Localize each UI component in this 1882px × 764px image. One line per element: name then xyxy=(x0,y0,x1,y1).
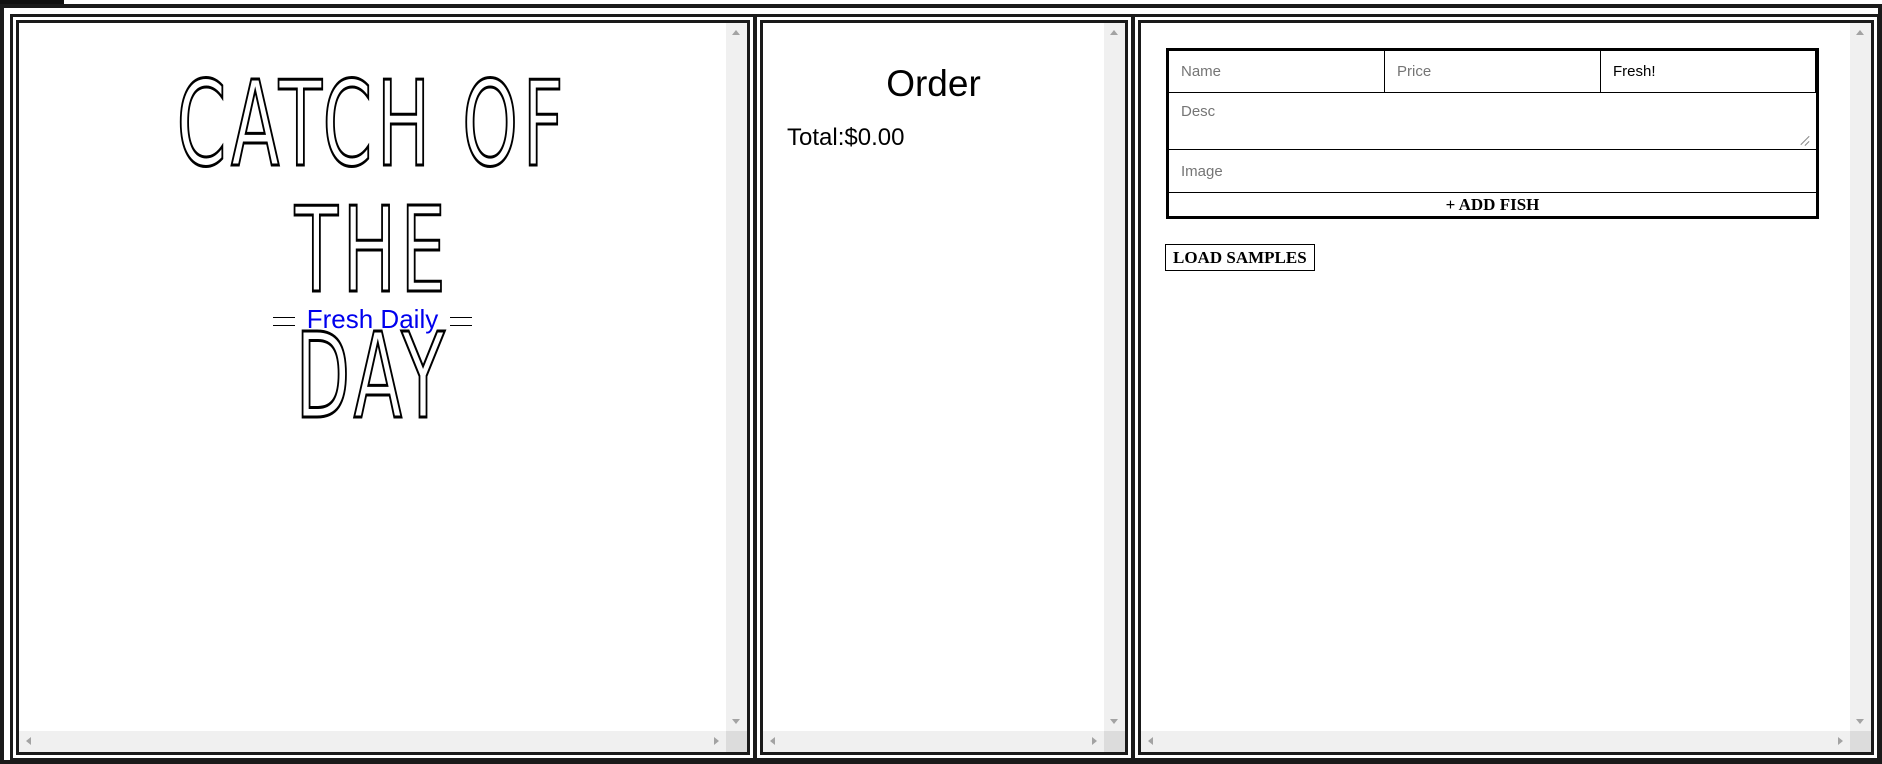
scroll-up-arrow-icon[interactable] xyxy=(1110,30,1118,35)
tagline: Fresh Daily xyxy=(19,301,726,337)
tagline-right-dash xyxy=(450,316,473,326)
scroll-right-arrow-icon[interactable] xyxy=(714,737,719,745)
order-title: Order xyxy=(886,63,981,104)
scroll-left-arrow-icon[interactable] xyxy=(770,737,775,745)
scroll-left-arrow-icon[interactable] xyxy=(1148,737,1153,745)
fish-status-select[interactable]: Fresh! xyxy=(1601,51,1816,93)
store-title-line-1: CATCH OF THE xyxy=(176,55,569,319)
scroll-down-arrow-icon[interactable] xyxy=(1110,719,1118,724)
scroll-right-arrow-icon[interactable] xyxy=(1838,737,1843,745)
inventory-content: Fresh! + ADD FISH LOAD SAMPLES xyxy=(1141,23,1850,731)
order-horizontal-scrollbar[interactable] xyxy=(763,731,1104,752)
fish-desc-textarea[interactable] xyxy=(1169,93,1816,150)
app-frame: CATCH OF THE DAY Fresh Daily Order Total… xyxy=(0,4,1882,764)
tagline-text: Fresh Daily xyxy=(306,304,439,334)
inventory-horizontal-scrollbar[interactable] xyxy=(1141,731,1850,752)
scroll-right-arrow-icon[interactable] xyxy=(1092,737,1097,745)
menu-scroll-corner xyxy=(726,731,747,752)
add-fish-button[interactable]: + ADD FISH xyxy=(1169,193,1816,216)
scroll-down-arrow-icon[interactable] xyxy=(732,719,740,724)
menu-pane-inner: CATCH OF THE DAY Fresh Daily xyxy=(16,20,750,755)
order-pane: Order Total:$0.00 xyxy=(754,14,1134,761)
inventory-scroll-corner xyxy=(1850,731,1871,752)
order-total-value: $0.00 xyxy=(844,124,905,151)
order-pane-inner: Order Total:$0.00 xyxy=(760,20,1128,755)
menu-pane: CATCH OF THE DAY Fresh Daily xyxy=(10,14,756,761)
order-scroll-corner xyxy=(1104,731,1125,752)
scroll-left-arrow-icon[interactable] xyxy=(26,737,31,745)
scroll-down-arrow-icon[interactable] xyxy=(1856,719,1864,724)
inventory-pane: Fresh! + ADD FISH LOAD SAMPLES xyxy=(1132,14,1880,761)
fish-image-input[interactable] xyxy=(1169,150,1816,193)
scroll-up-arrow-icon[interactable] xyxy=(732,30,740,35)
load-samples-button[interactable]: LOAD SAMPLES xyxy=(1165,244,1315,271)
scroll-up-arrow-icon[interactable] xyxy=(1856,30,1864,35)
order-content: Order Total:$0.00 xyxy=(763,23,1104,731)
fish-name-input[interactable] xyxy=(1169,51,1385,93)
inventory-vertical-scrollbar[interactable] xyxy=(1850,23,1871,731)
inventory-pane-inner: Fresh! + ADD FISH LOAD SAMPLES xyxy=(1138,20,1874,755)
menu-content: CATCH OF THE DAY Fresh Daily xyxy=(19,23,726,731)
textarea-resize-grip-icon[interactable] xyxy=(1799,134,1811,146)
order-vertical-scrollbar[interactable] xyxy=(1104,23,1125,731)
add-fish-form: Fresh! + ADD FISH xyxy=(1166,48,1819,219)
store-title: CATCH OF THE DAY xyxy=(160,55,584,441)
order-total: Total:$0.00 xyxy=(787,123,904,153)
menu-vertical-scrollbar[interactable] xyxy=(726,23,747,731)
order-total-label: Total: xyxy=(787,124,845,151)
menu-horizontal-scrollbar[interactable] xyxy=(19,731,726,752)
tagline-left-dash xyxy=(272,316,295,326)
fish-price-input[interactable] xyxy=(1385,51,1601,93)
